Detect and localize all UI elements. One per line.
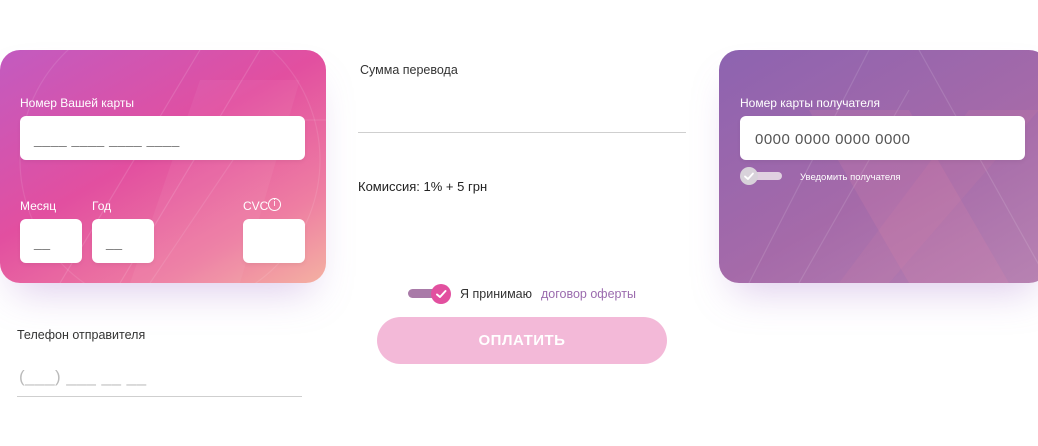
cvc-label: CVC <box>243 199 269 213</box>
year-placeholder: __ <box>106 234 123 250</box>
amount-underline <box>358 132 686 133</box>
recipient-number-label: Номер карты получателя <box>740 96 881 110</box>
card-number-placeholder: ____ ____ ____ ____ <box>34 131 180 147</box>
recipient-card-number-input[interactable]: 0000 0000 0000 0000 <box>740 116 1025 160</box>
amount-input[interactable] <box>358 96 686 132</box>
info-icon[interactable]: i <box>268 198 281 211</box>
sender-phone-label: Телефон отправителя <box>17 328 146 342</box>
sender-phone-underline <box>17 396 302 397</box>
pay-button[interactable]: ОПЛАТИТЬ <box>377 317 667 364</box>
notify-recipient-toggle[interactable] <box>740 167 786 187</box>
notify-recipient-label: Уведомить получателя <box>800 172 901 183</box>
cvc-input[interactable] <box>243 219 305 263</box>
recipient-card: Номер карты получателя 0000 0000 0000 00… <box>719 50 1038 283</box>
recipient-number-placeholder: 0000 0000 0000 0000 <box>755 131 911 148</box>
offer-agreement-toggle[interactable] <box>407 283 453 305</box>
month-placeholder: __ <box>34 234 51 250</box>
month-label: Месяц <box>20 199 57 213</box>
offer-agreement-link[interactable]: договор оферты <box>541 287 636 301</box>
agreement-text: Я принимаю <box>460 287 533 301</box>
sender-card: Номер Вашей карты ____ ____ ____ ____ Ме… <box>0 50 326 283</box>
card-number-label: Номер Вашей карты <box>20 96 135 110</box>
month-input[interactable]: __ <box>20 219 82 263</box>
sender-card-number-input[interactable]: ____ ____ ____ ____ <box>20 116 305 160</box>
year-label: Год <box>92 199 112 213</box>
amount-label: Сумма перевода <box>360 63 458 77</box>
year-input[interactable]: __ <box>92 219 154 263</box>
check-icon <box>436 290 447 298</box>
commission-text: Комиссия: 1% + 5 грн <box>358 179 488 194</box>
toggle-knob <box>431 284 451 304</box>
sender-phone-placeholder: (___) ___ __ __ <box>19 367 147 386</box>
sender-phone-input[interactable]: (___) ___ __ __ <box>17 360 302 396</box>
toggle-knob <box>740 167 758 185</box>
check-icon <box>744 172 754 180</box>
